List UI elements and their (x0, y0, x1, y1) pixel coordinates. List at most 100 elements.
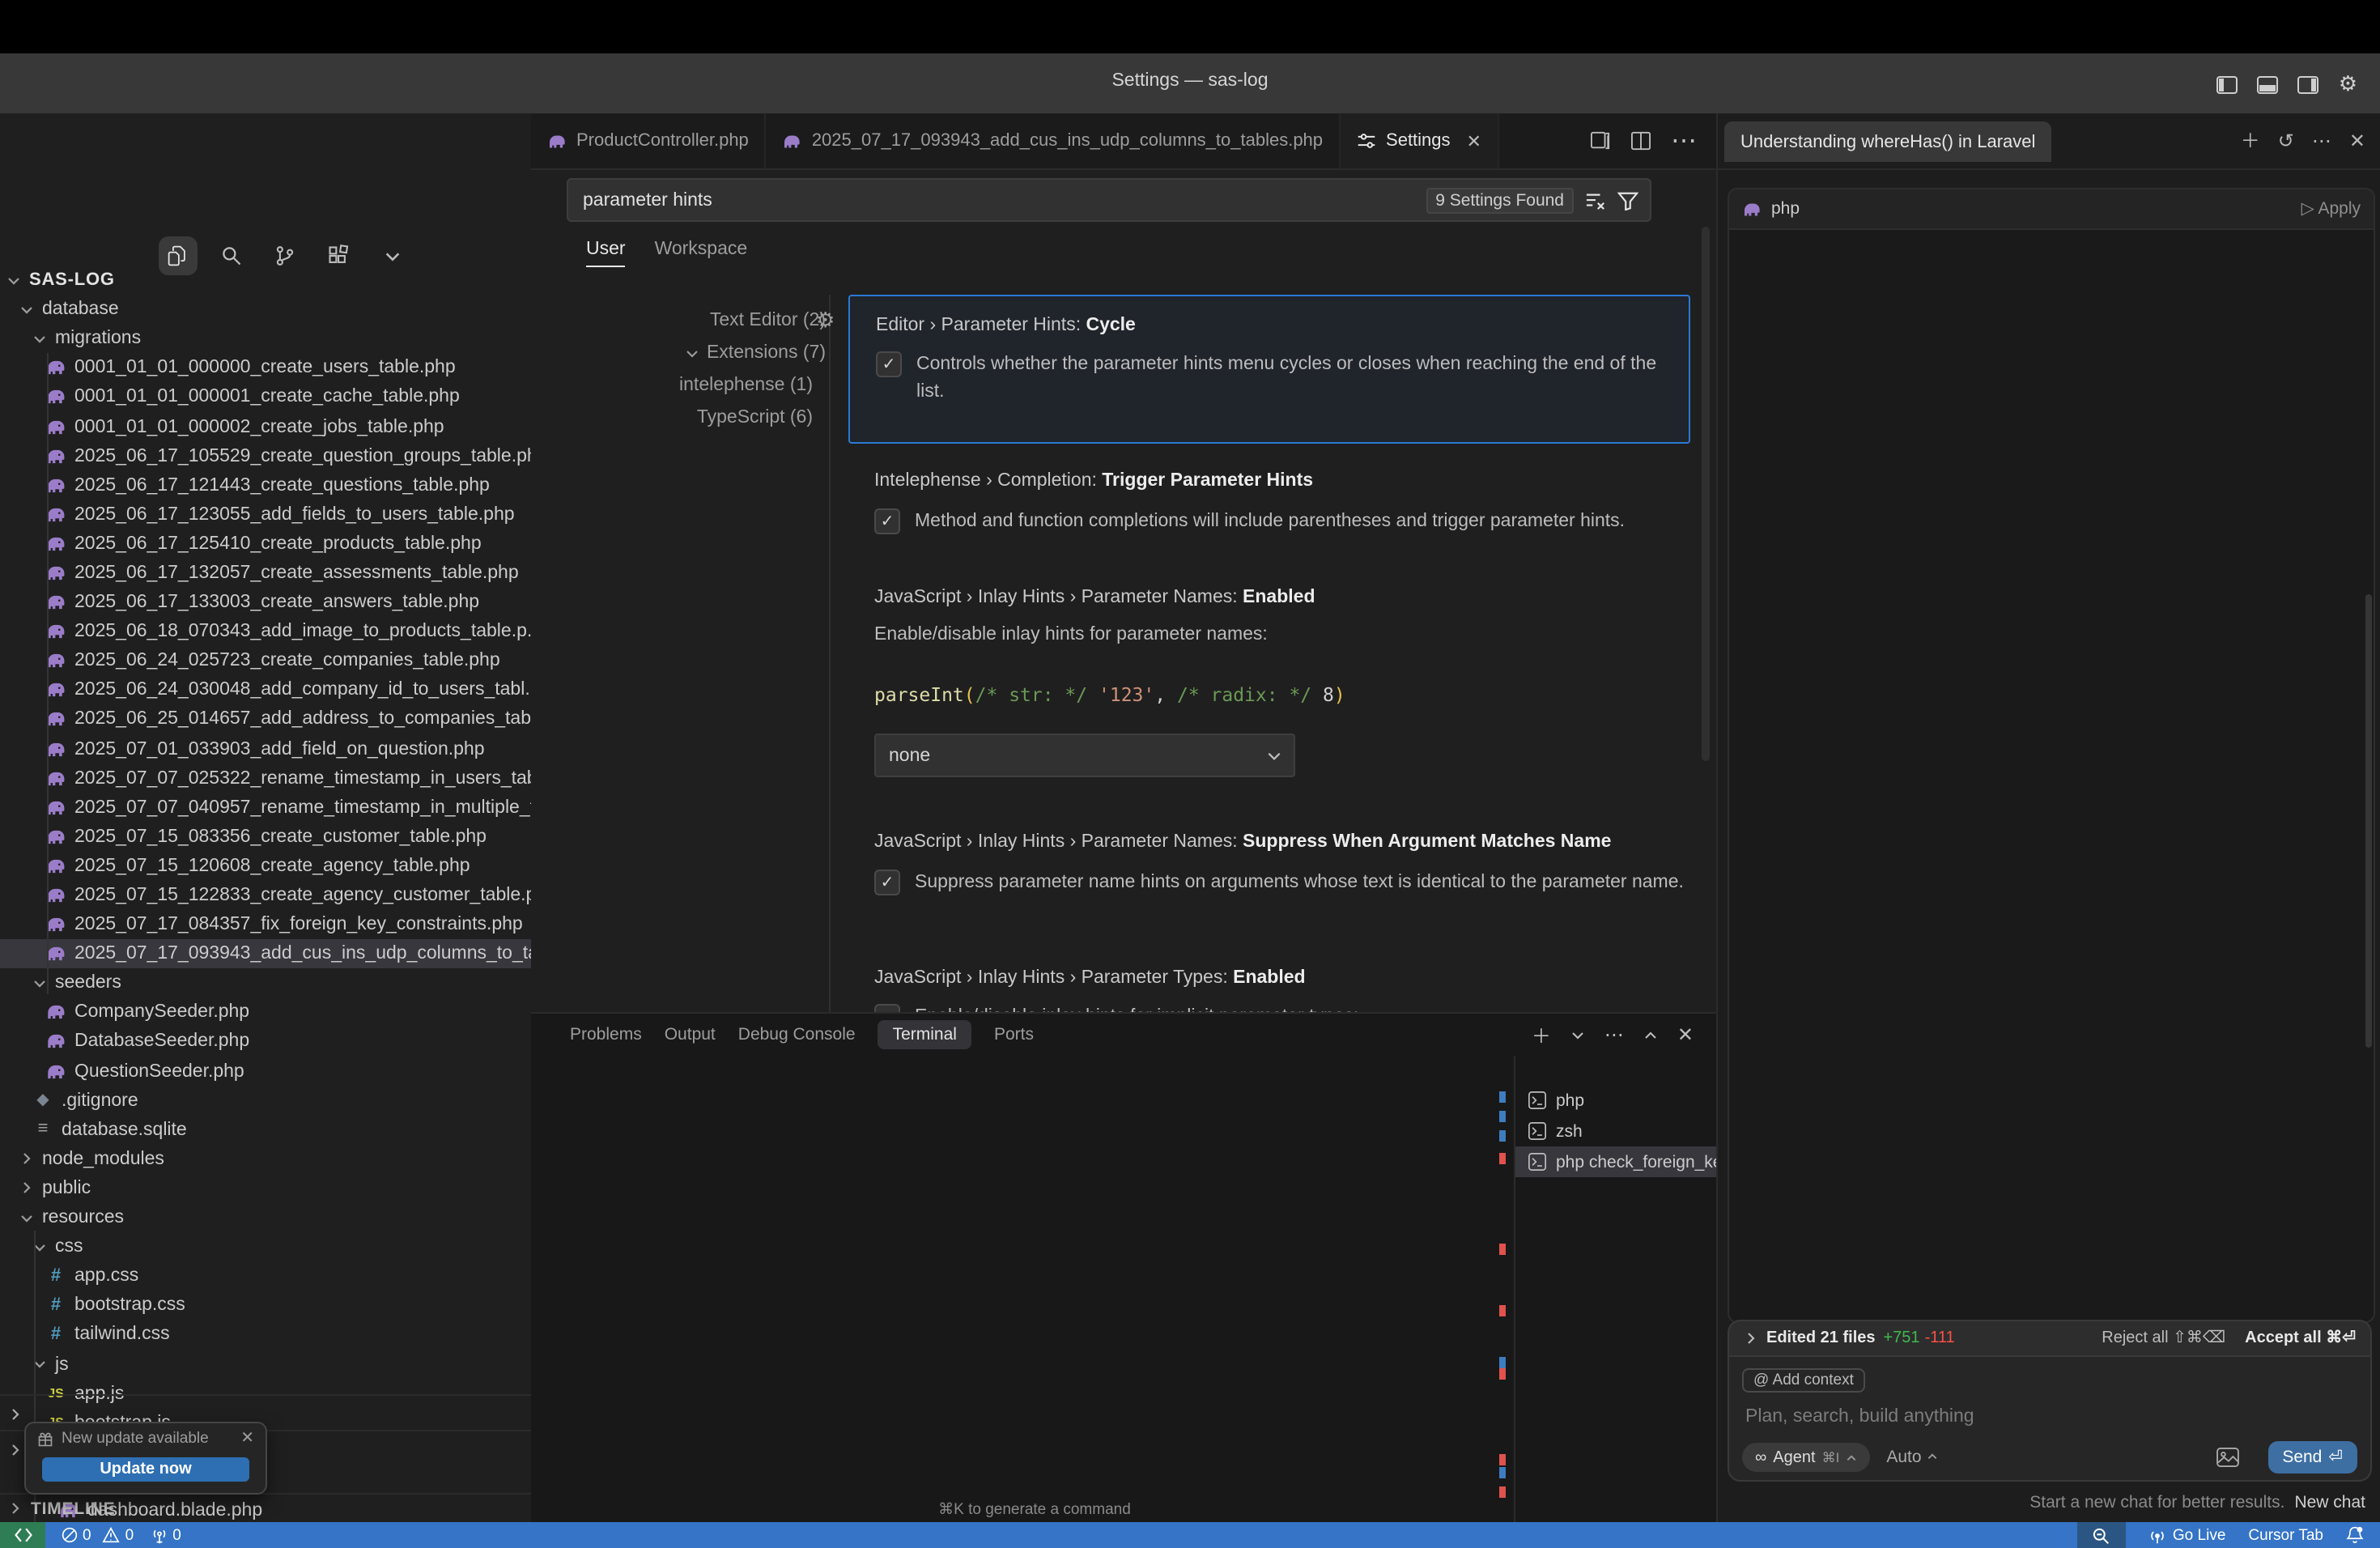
chat-input-box[interactable]: @ Add context Plan, search, build anythi… (1728, 1355, 2372, 1482)
toggle-sidebar-icon[interactable] (2217, 75, 2238, 93)
tree-item[interactable]: 2025_06_17_132057_create_assessments_tab… (0, 559, 531, 588)
tree-item[interactable]: 2025_07_15_122833_create_agency_customer… (0, 881, 531, 910)
add-context-button[interactable]: @ Add context (1742, 1368, 1865, 1393)
tree-item[interactable]: 2025_06_24_025723_create_companies_table… (0, 646, 531, 675)
more-actions-icon[interactable]: ⋯ (1671, 125, 1697, 157)
tree-item[interactable]: SAS-LOG (0, 266, 531, 295)
tree-item[interactable]: 2025_06_24_030048_add_company_id_to_user… (0, 676, 531, 705)
remote-indicator[interactable] (0, 1522, 45, 1548)
new-terminal-icon[interactable]: ＋ (1532, 1021, 1551, 1048)
toc-extensions[interactable]: Extensions (7) (589, 337, 826, 369)
tree-item[interactable]: # tailwind.css (0, 1320, 531, 1350)
maximize-panel-icon[interactable] (1643, 1027, 1658, 1042)
tree-item[interactable]: node_modules (0, 1145, 531, 1174)
tree-item[interactable]: QuestionSeeder.php (0, 1057, 531, 1086)
toggle-secondary-sidebar-icon[interactable] (2298, 75, 2319, 93)
attach-image-icon[interactable] (2216, 1448, 2238, 1467)
tab-migration-file[interactable]: 2025_07_17_093943_add_cus_ins_udp_column… (767, 113, 1341, 168)
settings-gear-icon[interactable]: ⚙ (2339, 71, 2357, 97)
settings-scrollbar[interactable] (1702, 227, 1710, 761)
tree-item[interactable]: # bootstrap.css (0, 1291, 531, 1320)
zoom-indicator[interactable] (2077, 1522, 2126, 1548)
tree-item[interactable]: js (0, 1350, 531, 1379)
cursor-tab-toggle[interactable]: Cursor Tab (2248, 1526, 2323, 1544)
tab-user[interactable]: User (586, 240, 626, 267)
send-button[interactable]: Send⏎ (2267, 1441, 2357, 1474)
collapsed-section-chevron-icon[interactable] (8, 1407, 23, 1422)
toc-text-editor[interactable]: Text Editor (2) (589, 304, 826, 337)
tree-item[interactable]: css (0, 1232, 531, 1261)
tab-problems[interactable]: Problems (570, 1025, 642, 1044)
problems-indicator[interactable]: 0 0 (62, 1526, 134, 1544)
inlay-hints-select[interactable]: none (874, 734, 1295, 777)
terminal-output[interactable] (570, 1061, 1499, 1522)
terminal-instance[interactable]: php (1515, 1085, 1716, 1116)
code-scrollbar[interactable] (2365, 594, 2372, 1048)
toc-typescript[interactable]: TypeScript (6) (589, 402, 826, 434)
apply-button[interactable]: ▷ Apply (2301, 199, 2361, 219)
reject-all-button[interactable]: Reject all ⇧⌘⌫ (2102, 1329, 2225, 1347)
tab-settings[interactable]: Settings ✕ (1341, 113, 1499, 168)
checkbox-checked[interactable]: ✓ (874, 870, 900, 895)
terminal-instance[interactable]: php check_foreign_keys... (1515, 1146, 1716, 1177)
tree-item[interactable]: 2025_06_17_123055_add_fields_to_users_ta… (0, 500, 531, 529)
new-chat-icon[interactable]: ＋ (2241, 126, 2260, 154)
close-icon[interactable]: ✕ (1467, 130, 1481, 151)
close-icon[interactable]: ✕ (2349, 129, 2365, 151)
tree-item[interactable]: 2025_07_17_084357_fix_foreign_key_constr… (0, 910, 531, 939)
terminal-instance[interactable]: zsh (1515, 1116, 1716, 1146)
tab-workspace[interactable]: Workspace (655, 240, 748, 267)
more-actions-icon[interactable]: ⋯ (1604, 1023, 1624, 1046)
tree-item[interactable]: 2025_06_17_121443_create_questions_table… (0, 470, 531, 500)
tree-item[interactable]: 2025_06_18_070343_add_image_to_products_… (0, 617, 531, 646)
tab-productcontroller[interactable]: ProductController.php (531, 113, 767, 168)
checkbox-checked[interactable]: ✓ (874, 508, 900, 534)
tree-item[interactable]: migrations (0, 324, 531, 353)
tree-item[interactable]: public (0, 1174, 531, 1203)
tree-item[interactable]: 2025_06_17_105529_create_question_groups… (0, 441, 531, 470)
agent-mode-selector[interactable]: ∞ Agent ⌘I (1742, 1443, 1870, 1472)
tree-item[interactable]: 2025_07_07_040957_rename_timestamp_in_mu… (0, 793, 531, 822)
checkbox-checked[interactable]: ✓ (876, 351, 902, 377)
update-now-button[interactable]: Update now (42, 1457, 249, 1482)
tree-item[interactable]: 2025_06_17_133003_create_answers_table.p… (0, 588, 531, 617)
tree-item[interactable]: 0001_01_01_000002_create_jobs_table.php (0, 412, 531, 441)
split-editor-icon[interactable] (1590, 131, 1611, 151)
close-panel-icon[interactable]: ✕ (1677, 1023, 1694, 1046)
edited-files-bar[interactable]: Edited 21 files +751 -111 Reject all ⇧⌘⌫… (1728, 1320, 2372, 1355)
tree-item[interactable]: 2025_06_17_125410_create_products_table.… (0, 529, 531, 559)
collapsed-section-chevron-icon[interactable] (8, 1443, 23, 1457)
tree-item[interactable]: CompanySeeder.php (0, 998, 531, 1027)
tab-terminal[interactable]: Terminal (878, 1020, 971, 1049)
terminal-dropdown-chevron-icon[interactable] (1570, 1027, 1585, 1042)
setting-gear-icon[interactable]: ⚙ (816, 308, 835, 334)
tree-item[interactable]: 2025_07_07_025322_rename_timestamp_in_us… (0, 763, 531, 793)
tree-item[interactable]: 2025_06_25_014657_add_address_to_compani… (0, 705, 531, 734)
tab-output[interactable]: Output (665, 1025, 716, 1044)
tree-item[interactable]: 2025_07_15_083356_create_customer_table.… (0, 823, 531, 852)
timeline-section-header[interactable]: TIMELINE (0, 1493, 531, 1522)
chat-tab[interactable]: Understanding whereHas() in Laravel (1724, 121, 2051, 162)
tree-item[interactable]: database (0, 295, 531, 324)
tree-item[interactable]: ≡ database.sqlite (0, 1115, 531, 1144)
toggle-panel-icon[interactable] (2258, 75, 2279, 93)
accept-all-button[interactable]: Accept all ⌘⏎ (2245, 1329, 2356, 1347)
history-icon[interactable]: ↺ (2278, 129, 2294, 151)
go-live-button[interactable]: Go Live (2148, 1526, 2226, 1544)
tree-item[interactable]: 2025_07_17_093943_add_cus_ins_udp_column… (0, 939, 531, 968)
tree-item[interactable]: seeders (0, 969, 531, 998)
filter-icon[interactable] (1617, 190, 1638, 210)
ports-indicator[interactable]: 0 (150, 1526, 181, 1544)
tree-item[interactable]: # app.css (0, 1261, 531, 1291)
clear-filters-icon[interactable] (1585, 190, 1606, 210)
close-icon[interactable]: ✕ (240, 1430, 254, 1448)
tree-item[interactable]: resources (0, 1203, 531, 1232)
checkbox-unchecked[interactable] (874, 1004, 900, 1012)
tree-item[interactable]: 2025_07_01_033903_add_field_on_question.… (0, 734, 531, 763)
new-chat-link[interactable]: New chat (2294, 1493, 2365, 1512)
tab-ports[interactable]: Ports (994, 1025, 1034, 1044)
chat-code[interactable] (1742, 228, 2370, 1321)
more-actions-icon[interactable]: ⋯ (2312, 129, 2331, 151)
settings-search-input[interactable]: parameter hints 9 Settings Found (567, 178, 1651, 222)
toc-intelephense[interactable]: intelephense (1) (589, 369, 826, 402)
